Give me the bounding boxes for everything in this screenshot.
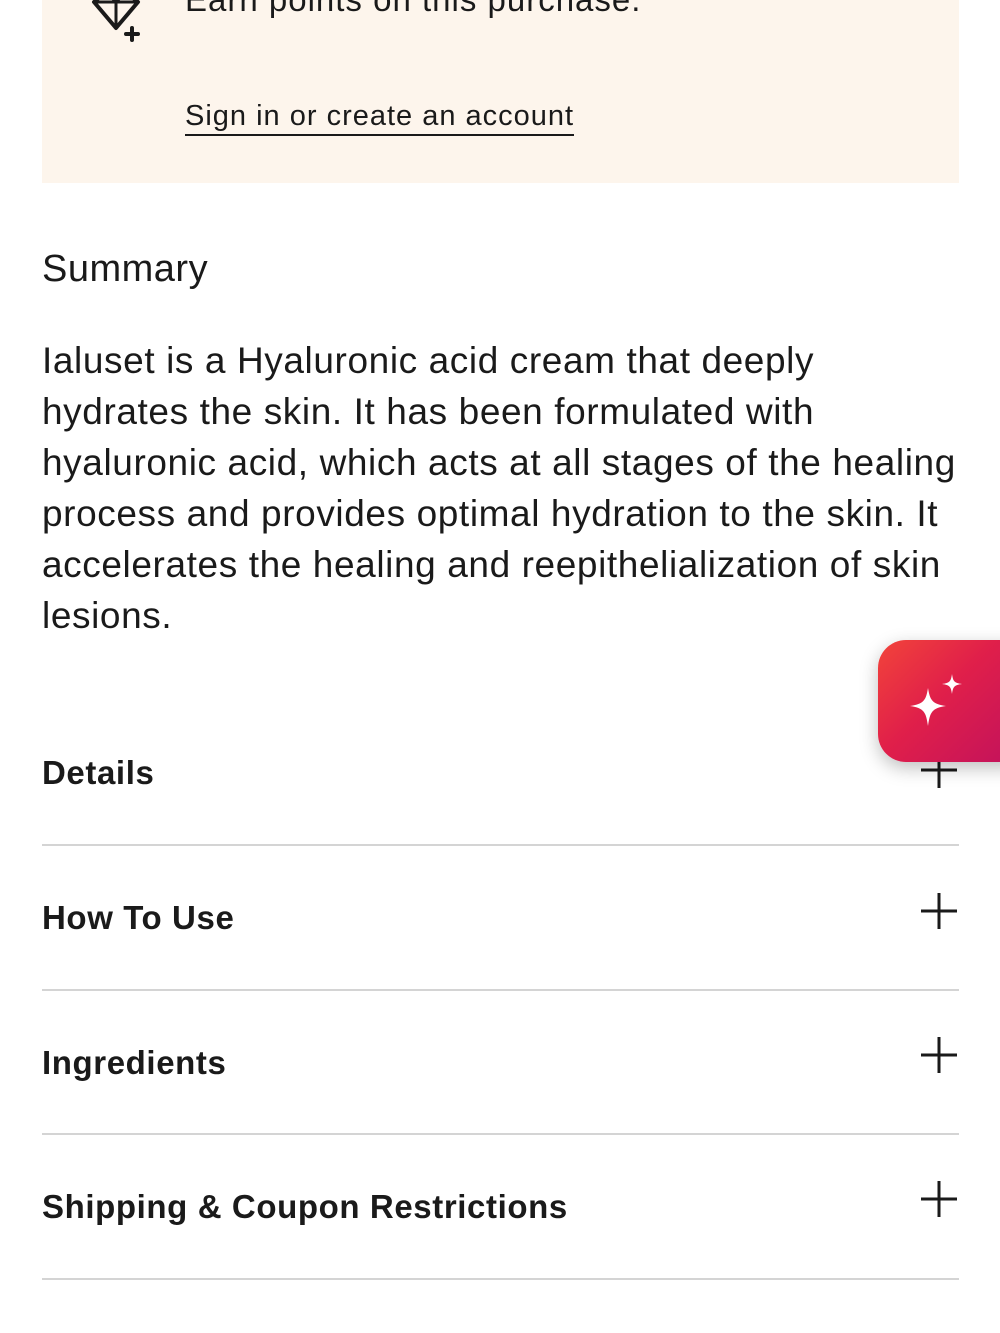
rewards-banner: Earn points on this purchase. Sign in or… — [42, 0, 959, 183]
plus-icon — [919, 1035, 959, 1075]
plus-icon — [919, 1179, 959, 1219]
accordion-label: Details — [42, 754, 155, 791]
accordion-details[interactable]: Details — [42, 700, 959, 844]
rewards-gem-icon — [88, 0, 144, 44]
plus-icon — [919, 891, 959, 931]
accordion-how-to-use[interactable]: How To Use — [42, 846, 959, 990]
ai-assistant-button[interactable] — [878, 640, 1000, 762]
accordion-ingredients[interactable]: Ingredients — [42, 991, 959, 1135]
accordion-label: Ingredients — [42, 1044, 227, 1081]
accordion-divider — [42, 1278, 959, 1280]
rewards-headline: Earn points on this purchase. — [185, 0, 641, 22]
sparkle-icon — [910, 674, 962, 726]
accordion-shipping[interactable]: Shipping & Coupon Restrictions — [42, 1135, 959, 1279]
summary-heading: Summary — [42, 248, 209, 290]
summary-text: Ialuset is a Hyaluronic acid cream that … — [42, 340, 956, 636]
accordion-label: How To Use — [42, 899, 235, 936]
signin-link[interactable]: Sign in or create an account — [185, 98, 575, 136]
accordion-label: Shipping & Coupon Restrictions — [42, 1188, 568, 1225]
